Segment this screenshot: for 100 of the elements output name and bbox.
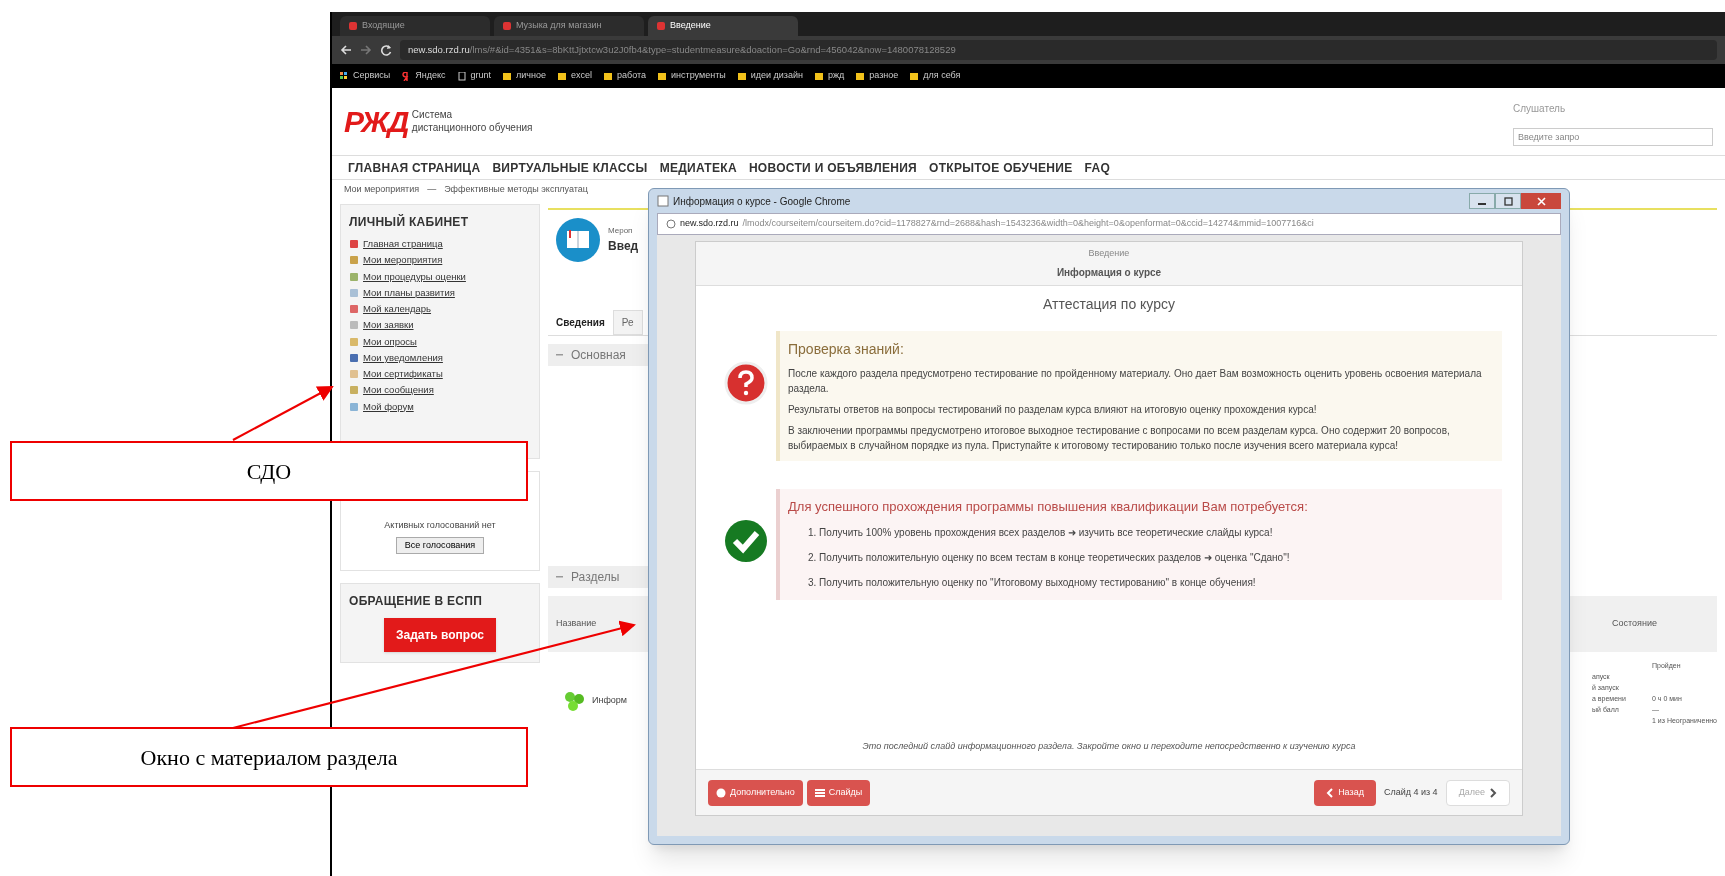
bookmark-icon — [814, 71, 824, 81]
requirement-item: 2. Получить положительную оценку по всем тестам в конце теоретических разделов ➜ оценка "Сдано"! — [807, 550, 1291, 565]
bookmark-icon — [737, 71, 747, 81]
breadcrumb-separator: — — [427, 183, 437, 197]
menu-item-icon — [349, 401, 359, 412]
panel-title: Для успешного прохождения программы повышения квалификации Вам потребуется: — [788, 498, 1309, 516]
menu-item-icon — [349, 271, 359, 282]
sidebar-link[interactable]: Мой форум — [349, 399, 531, 414]
browser-tab[interactable]: Введение — [648, 16, 798, 36]
sidebar-link[interactable]: Мой календарь — [349, 302, 531, 317]
bookmark[interactable]: идеи дизайн — [737, 69, 803, 83]
address-field[interactable]: new.sdo.rzd.ru/lms/#&id=4351&s=8bKttJjtxtcw3u2J0fb4&type=studentmeasure&doaction=Go&rnd=456042&now=1480078128529 — [400, 40, 1717, 60]
sidebar-link[interactable]: Мои уведомления — [349, 350, 531, 365]
sidebar-link[interactable]: Мои сертификаты — [349, 367, 531, 382]
slide-heading: Информация о курсе — [1056, 265, 1162, 280]
sidebar-link[interactable]: Мои сообщения — [349, 383, 531, 398]
back-icon[interactable] — [340, 44, 352, 56]
nav-link[interactable]: ВИРТУАЛЬНЫЕ КЛАССЫ — [492, 158, 648, 177]
all-votes-button[interactable]: Все голосования — [395, 536, 485, 554]
minimize-button[interactable] — [1469, 193, 1495, 209]
panel-paragraph: Результаты ответов на вопросы тестирований по разделам курса влияют на итоговую оценку прохождения курса! — [788, 403, 1318, 417]
bookmark[interactable]: для себя — [910, 69, 961, 83]
sidebar-link[interactable]: Мои процедуры оценки — [349, 269, 531, 284]
browser-tab[interactable]: Входящие — [340, 16, 490, 36]
logo-text: Система — [411, 109, 454, 122]
menu-item-icon — [349, 352, 359, 363]
collapse-icon — [556, 573, 563, 581]
callout-label: Окно с материалом раздела — [10, 727, 528, 787]
window-icon — [657, 195, 669, 207]
puzzle-icon — [564, 691, 584, 711]
sidebar-link[interactable]: Мои опросы — [349, 334, 531, 349]
browser-tab[interactable]: Музыка для магазин — [494, 16, 644, 36]
close-button[interactable] — [1521, 193, 1561, 209]
column-header: Состояние — [1612, 617, 1657, 631]
bookmark[interactable]: ржд — [814, 69, 845, 83]
minimize-icon — [1478, 202, 1486, 205]
content-tab[interactable]: Ре — [612, 310, 643, 335]
info-icon — [666, 219, 676, 229]
tab-favicon-icon — [348, 21, 358, 31]
slide-note: Это последний слайд информационного раздела. Закройте окно и переходите непосредственно к изучению курса — [862, 739, 1356, 753]
search-field[interactable]: Введите запро — [1513, 128, 1713, 146]
bookmark[interactable]: Сервисы — [340, 69, 391, 83]
bookmark-icon — [856, 71, 866, 81]
slide-title: Аттестация по курсу — [1042, 295, 1176, 314]
sidebar-link[interactable]: Мои планы развития — [349, 285, 531, 300]
bookmark[interactable]: разное — [856, 69, 899, 83]
maximize-icon — [1503, 196, 1513, 206]
nav-link[interactable]: ГЛАВНАЯ СТРАНИЦА — [348, 158, 481, 177]
nav-link[interactable]: ОТКРЫТОЕ ОБУЧЕНИЕ — [929, 158, 1073, 177]
back-button[interactable]: Назад — [1314, 779, 1376, 806]
user-role: Слушатель — [1513, 102, 1566, 116]
breadcrumb-link[interactable]: Эффективные методы эксплуатац — [444, 183, 588, 197]
support-title: ОБРАЩЕНИЕ В ЕСПП — [349, 593, 484, 610]
course-book-icon — [556, 218, 600, 262]
nav-link[interactable]: МЕДИАТЕКА — [659, 158, 737, 177]
callout-label: СДО — [10, 441, 528, 501]
sidebar-link[interactable]: Мои заявки — [349, 318, 531, 333]
slide-button[interactable]: Слайды — [806, 779, 871, 806]
question-mark-icon — [724, 361, 768, 405]
menu-item-icon — [349, 239, 359, 250]
sidebar-link[interactable]: Главная страница — [349, 237, 531, 252]
menu-item-icon — [349, 287, 359, 298]
breadcrumb-link[interactable]: Мои мероприятия — [344, 183, 420, 197]
address-field[interactable]: new.sdo.rzd.ru /lmodx/courseitem/courseitem.do?cid=1178827&rnd=2688&hash=1543236&width=0&height=0&openformat=0&ccid=14274&mmid=1007716&ci — [657, 213, 1561, 235]
requirement-item: 1. Получить 100% уровень прохождения всех разделов ➜ изучить все теоретические слайды курса! — [807, 525, 1274, 540]
slide-button[interactable]: Дополнительно — [708, 779, 803, 806]
tab-favicon-icon — [502, 21, 512, 31]
bookmark[interactable]: grunt — [457, 69, 492, 83]
menu-item-icon — [349, 369, 359, 380]
event-title: Введ — [608, 238, 639, 255]
column-header: Название — [556, 617, 597, 631]
menu-item-icon — [349, 320, 359, 331]
sidebar-title: ЛИЧНЫЙ КАБИНЕТ — [349, 213, 470, 231]
bookmark[interactable]: excel — [558, 69, 593, 83]
rzd-logo: РЖД — [344, 106, 408, 137]
reload-icon[interactable] — [380, 44, 392, 56]
menu-item-icon — [349, 255, 359, 266]
bookmark-icon — [604, 71, 614, 81]
bookmark[interactable]: личное — [503, 69, 547, 83]
bookmark-icon — [457, 71, 467, 81]
bookmark[interactable]: работа — [604, 69, 647, 83]
maximize-button[interactable] — [1495, 193, 1521, 209]
panel-paragraph: В заключении программы предусмотрено итоговое выходное тестирование с вопросами по всем разделам курса. Оно содержит 20 вопросов, выбираемых в случайном порядке из пула. Приступайте к итоговому тестированию только после изучения всего материала курса! — [788, 424, 1451, 453]
slide-subtitle: Введение — [1088, 247, 1130, 261]
forward-icon[interactable] — [360, 44, 372, 56]
bookmark[interactable]: Яндекс — [402, 69, 446, 83]
ask-question-button[interactable]: Задать вопрос — [383, 618, 496, 652]
bookmark-icon — [658, 71, 668, 81]
nav-link[interactable]: НОВОСТИ И ОБЪЯВЛЕНИЯ — [748, 158, 918, 177]
slide-counter: Слайд 4 из 4 — [1383, 785, 1438, 799]
bookmark[interactable]: инструменты — [658, 69, 726, 83]
sidebar-link[interactable]: Мои мероприятия — [349, 253, 531, 268]
votes-text: Активных голосований нет — [384, 519, 496, 532]
bookmark-icon — [503, 71, 513, 81]
requirement-item: 3. Получить положительную оценку по "Итоговому выходному тестированию" в конце обучения! — [807, 575, 1257, 590]
nav-link[interactable]: FAQ — [1084, 158, 1111, 177]
chevron-left-icon — [1326, 787, 1335, 798]
tab-favicon-icon — [656, 21, 666, 31]
bookmark-icon — [558, 71, 568, 81]
table-cell: Информ — [592, 694, 628, 708]
